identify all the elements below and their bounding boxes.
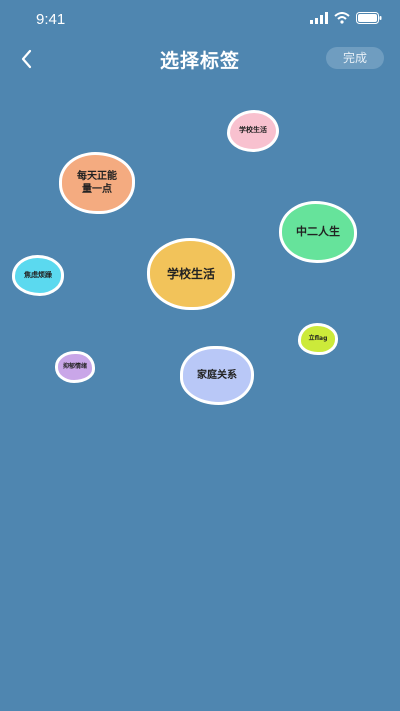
tag-bubble[interactable]: 每天正能 量一点 — [59, 152, 135, 214]
tag-bubble[interactable]: 家庭关系 — [180, 346, 254, 405]
tag-bubble[interactable]: 焦虑烦躁 — [12, 255, 64, 296]
battery-icon — [356, 12, 382, 24]
nav-bar: 选择标签 完成 — [0, 40, 400, 80]
tag-bubble[interactable]: 中二人生 — [279, 201, 357, 263]
signal-icon — [310, 12, 328, 24]
status-bar: 9:41 — [0, 0, 400, 40]
tag-bubble[interactable]: 抑郁情绪 — [55, 351, 95, 383]
wifi-icon — [334, 12, 350, 24]
status-icons — [310, 12, 382, 24]
tag-bubble[interactable]: 立flag — [298, 323, 338, 355]
tag-bubble[interactable]: 学校生活 — [227, 110, 279, 152]
status-time: 9:41 — [36, 11, 66, 28]
tag-bubble[interactable]: 学校生活 — [147, 238, 235, 310]
done-button[interactable]: 完成 — [326, 47, 384, 69]
